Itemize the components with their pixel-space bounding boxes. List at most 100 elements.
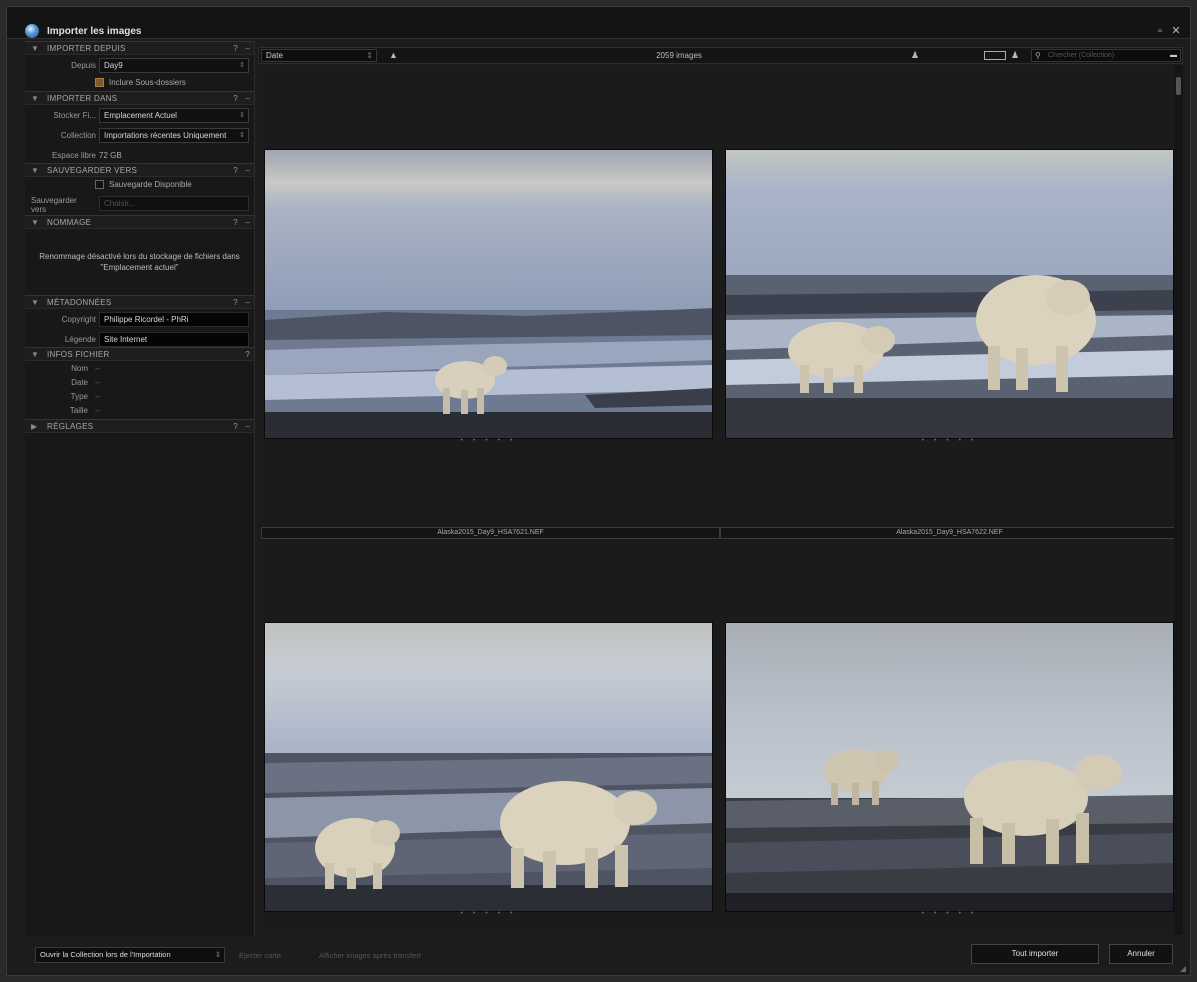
section-backup-header[interactable]: ▼ SAUVEGARDER VERS ? – xyxy=(25,163,254,177)
sort-ascending-icon[interactable]: ▲ xyxy=(389,50,398,60)
section-naming-header[interactable]: ▼ NOMMAGE ? – xyxy=(25,215,254,229)
subfolders-checkbox[interactable] xyxy=(95,78,104,87)
file-name-value: -- xyxy=(95,364,101,373)
help-icon[interactable]: ? xyxy=(233,92,238,105)
sort-select[interactable]: Date ⇕ xyxy=(261,49,377,62)
browser-toolbar: Date ⇕ ▲ 2059 images ♟ ♟ ⚲ Chercher (Coll… xyxy=(258,47,1183,64)
section-title: RÉGLAGES xyxy=(47,422,94,431)
thumbnail-3[interactable] xyxy=(264,622,713,912)
chevron-down-icon: ▼ xyxy=(31,94,40,103)
file-date-label: Date xyxy=(71,378,88,387)
help-icon[interactable]: ? xyxy=(233,42,238,55)
section-import-to-header[interactable]: ▼ IMPORTER DANS ? – xyxy=(25,91,254,105)
close-icon[interactable]: ✕ xyxy=(1170,25,1182,37)
section-import-from-header[interactable]: ▼ IMPORTER DEPUIS ? – xyxy=(25,41,254,55)
rating-dots[interactable]: • • • • • xyxy=(264,910,713,917)
store-files-select[interactable]: Emplacement Actuel ⇕ xyxy=(99,108,249,123)
free-space-row: Espace libre 72 GB xyxy=(25,145,254,163)
polar-bear-photo xyxy=(265,623,712,911)
polar-bear-photo xyxy=(726,150,1173,438)
store-files-value: Emplacement Actuel xyxy=(104,111,177,120)
collapse-icon[interactable]: – xyxy=(245,216,250,229)
subfolders-label: Inclure Sous-dossiers xyxy=(109,78,186,87)
help-icon[interactable]: ? xyxy=(233,420,238,433)
thumbnail-1[interactable] xyxy=(264,149,713,439)
file-type-label: Type xyxy=(70,392,88,401)
backup-available-row: Sauvegarde Disponible xyxy=(25,177,254,193)
select-arrows-icon: ⇕ xyxy=(366,51,373,60)
free-space-label: Espace libre xyxy=(51,151,96,160)
section-title: IMPORTER DEPUIS xyxy=(47,44,126,53)
caption-field[interactable]: Site Internet xyxy=(99,332,249,347)
chevron-down-icon: ▼ xyxy=(31,298,40,307)
collapse-icon[interactable]: – xyxy=(245,42,250,55)
user-filter-icon[interactable]: ♟ xyxy=(1011,50,1019,61)
collection-value: Importations récentes Uniquement xyxy=(104,131,227,140)
copyright-row: Copyright Philippe Ricordel - PhRi xyxy=(25,309,254,329)
file-type-value: -- xyxy=(95,392,101,401)
polar-bear-photo xyxy=(726,623,1173,911)
backup-label: Sauvegarde Disponible xyxy=(109,180,192,189)
search-input[interactable]: ⚲ Chercher (Collection) ▬ xyxy=(1031,49,1181,62)
rating-dots[interactable]: • • • • • xyxy=(264,437,713,444)
collapse-icon[interactable]: – xyxy=(245,92,250,105)
chevron-down-icon: ▼ xyxy=(31,218,40,227)
subfolders-row: Inclure Sous-dossiers xyxy=(25,75,254,91)
help-icon[interactable]: ? xyxy=(233,216,238,229)
person-icon[interactable]: ♟ xyxy=(911,50,919,61)
backup-checkbox[interactable] xyxy=(95,180,104,189)
bottom-bar: Ouvrir la Collection lors de l'Importati… xyxy=(7,937,1190,975)
scrollbar-thumb[interactable] xyxy=(1176,77,1181,95)
help-icon[interactable]: ? xyxy=(245,348,250,361)
import-window: Importer les images ▫ ✕ ▼ IMPORTER DEPUI… xyxy=(6,6,1191,976)
file-name-row: Nom -- xyxy=(25,361,254,375)
section-metadata-header[interactable]: ▼ MÉTADONNÉES ? – xyxy=(25,295,254,309)
cancel-button[interactable]: Annuler xyxy=(1109,944,1173,964)
rating-dots[interactable]: • • • • • xyxy=(725,437,1174,444)
vertical-scrollbar[interactable] xyxy=(1174,65,1183,935)
chevron-right-icon: ▶ xyxy=(31,422,38,431)
help-icon[interactable]: ? xyxy=(233,164,238,177)
file-type-row: Type -- xyxy=(25,389,254,403)
from-row: Depuis Day9 ⇕ xyxy=(25,55,254,75)
sidebar: ▼ IMPORTER DEPUIS ? – Depuis Day9 ⇕ Inclu… xyxy=(25,41,255,936)
view-mode-icon[interactable] xyxy=(984,51,1006,60)
maximize-icon[interactable]: ▫ xyxy=(1154,25,1166,37)
help-icon[interactable]: ? xyxy=(233,296,238,309)
app-icon xyxy=(25,24,39,38)
caption-label: Légende xyxy=(64,335,96,344)
show-after-transfer-label[interactable]: Afficher images après transfert xyxy=(319,951,421,960)
sort-value: Date xyxy=(266,51,283,60)
collapse-icon[interactable]: – xyxy=(245,164,250,177)
thumbnail-2[interactable] xyxy=(725,149,1174,439)
file-date-value: -- xyxy=(95,378,101,387)
from-select[interactable]: Day9 ⇕ xyxy=(99,58,249,73)
search-placeholder: Chercher (Collection) xyxy=(1048,52,1115,59)
section-title: INFOS FICHIER xyxy=(47,350,110,359)
resize-grip-icon[interactable]: ◢ xyxy=(1180,964,1186,973)
collection-row: Collection Importations récentes Uniquem… xyxy=(25,125,254,145)
section-fileinfo-header[interactable]: ▼ INFOS FICHIER ? xyxy=(25,347,254,361)
chevron-down-icon: ▼ xyxy=(31,166,40,175)
backup-to-label: Sauvegarder vers xyxy=(31,196,77,214)
section-settings-header[interactable]: ▶ RÉGLAGES ? – xyxy=(25,419,254,433)
naming-note: Renommage désactivé lors du stockage de … xyxy=(39,252,240,272)
file-size-row: Taille -- xyxy=(25,403,254,417)
select-arrows-icon: ⇕ xyxy=(239,132,245,139)
collapse-icon[interactable]: – xyxy=(245,296,250,309)
section-title: MÉTADONNÉES xyxy=(47,298,112,307)
polar-bear-photo xyxy=(265,150,712,438)
collapse-icon[interactable]: – xyxy=(245,420,250,433)
search-options-icon[interactable]: ▬ xyxy=(1170,50,1177,61)
backup-to-select[interactable]: Choisir... xyxy=(99,196,249,211)
collection-select[interactable]: Importations récentes Uniquement ⇕ xyxy=(99,128,249,143)
rating-dots[interactable]: • • • • • xyxy=(725,910,1174,917)
import-all-button[interactable]: Tout importer xyxy=(971,944,1099,964)
select-arrows-icon: ⇕ xyxy=(239,62,245,69)
eject-card-checkbox-label[interactable]: Éjecter carte xyxy=(239,951,281,960)
thumbnail-4[interactable] xyxy=(725,622,1174,912)
file-name-label: Nom xyxy=(71,364,88,373)
copyright-field[interactable]: Philippe Ricordel - PhRi xyxy=(99,312,249,327)
section-title: SAUVEGARDER VERS xyxy=(47,166,138,175)
open-collection-select[interactable]: Ouvrir la Collection lors de l'Importati… xyxy=(35,947,225,963)
